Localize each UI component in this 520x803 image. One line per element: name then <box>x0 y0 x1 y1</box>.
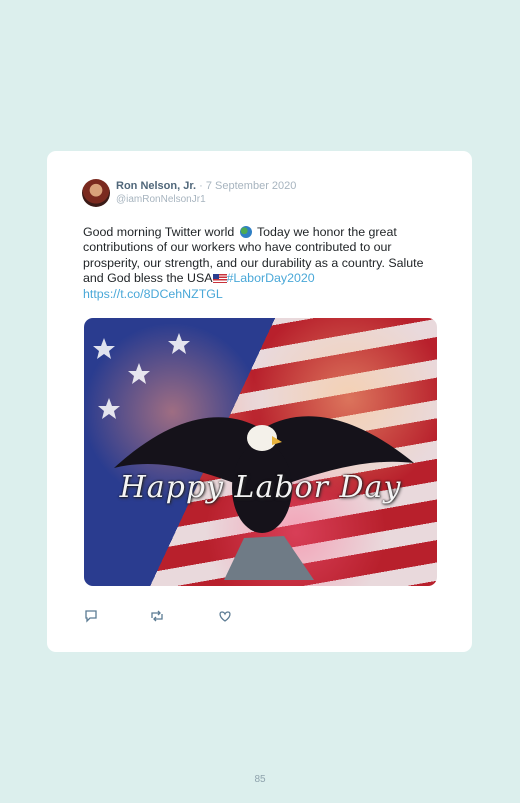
reply-icon[interactable] <box>83 608 99 624</box>
us-flag-emoji-icon <box>212 274 227 284</box>
tweet-text-part1: Good morning Twitter world <box>83 225 235 239</box>
page-number: 85 <box>254 774 266 785</box>
tweet-card: Ron Nelson, Jr. · 7 September 2020 @iamR… <box>47 151 472 652</box>
globe-emoji-icon <box>239 226 252 238</box>
tweet-url-link[interactable]: https://t.co/8DCehNZTGL <box>83 287 223 301</box>
author-name[interactable]: Ron Nelson, Jr. <box>116 180 196 192</box>
like-icon[interactable] <box>217 608 233 624</box>
author-handle[interactable]: @iamRonNelsonJr1 <box>116 193 296 207</box>
separator: · <box>199 180 203 192</box>
tweet-header: Ron Nelson, Jr. · 7 September 2020 @iamR… <box>116 179 296 207</box>
tweet-text: Good morning Twitter world Today we hono… <box>83 225 433 302</box>
tweet-media-image[interactable]: Happy Labor Day <box>84 318 437 586</box>
media-caption: Happy Labor Day <box>119 470 402 505</box>
retweet-icon[interactable] <box>149 608 165 624</box>
tweet-actions <box>83 608 243 626</box>
hashtag-link[interactable]: #LaborDay2020 <box>227 271 315 285</box>
avatar[interactable] <box>82 179 110 207</box>
tweet-date[interactable]: 7 September 2020 <box>206 180 297 192</box>
eagle-illustration <box>93 333 414 580</box>
